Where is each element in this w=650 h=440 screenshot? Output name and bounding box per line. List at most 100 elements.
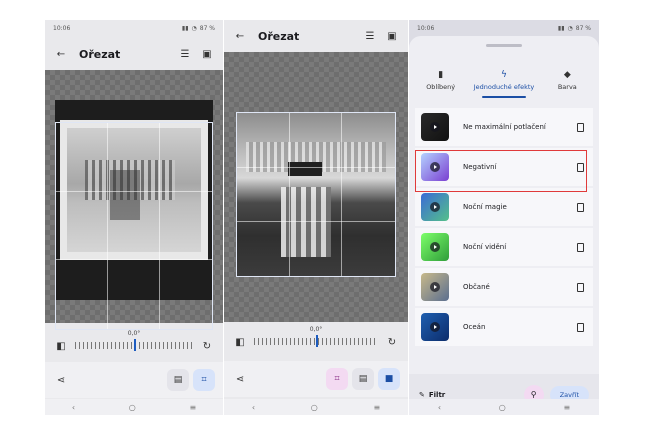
nav-home-icon[interactable]: ○: [129, 403, 136, 412]
crop-frame[interactable]: [236, 112, 396, 277]
save-button[interactable]: ■: [378, 368, 400, 390]
nav-home-icon[interactable]: ○: [311, 403, 318, 412]
magic-wand-icon: ✎: [419, 390, 425, 399]
search-icon: ⚲: [530, 390, 537, 399]
effect-thumbnail: [421, 113, 449, 141]
effect-thumbnail: [421, 233, 449, 261]
highlight-box: [415, 150, 587, 192]
effect-thumbnail: [421, 193, 449, 221]
tab-label: Oblíbený: [426, 82, 456, 91]
crop-icon: ⌗: [334, 374, 340, 384]
sheet-drag-handle[interactable]: [486, 44, 522, 47]
crop-button[interactable]: ⌗: [326, 368, 348, 390]
rotation-value: 0,0°: [127, 330, 141, 337]
bottom-toolbar: ⋖ ▤ ⌗: [45, 362, 223, 398]
effects-list[interactable]: Ne maximální potlačení Negativní Noční mag…: [409, 104, 599, 372]
document-scan-button[interactable]: ▤: [352, 368, 374, 390]
rotation-value: 0,0°: [309, 326, 323, 333]
status-time: 10:06: [417, 24, 435, 32]
slider-center-marker: [134, 339, 136, 351]
effect-item[interactable]: Oceán: [415, 308, 593, 346]
bottom-toolbar: ⋖ ⌗ ▤ ■: [224, 361, 408, 397]
effects-bottom-sheet: ▮ Oblíbený ϟ Jednoduché efekty ◆ Barva N…: [409, 36, 599, 415]
signal-icon: ▮▮: [181, 24, 189, 32]
nav-recents-icon[interactable]: ≡: [189, 403, 196, 412]
effect-label: Noční vidění: [463, 242, 507, 251]
bookmark-icon[interactable]: [575, 242, 585, 252]
bookmark-icon[interactable]: [575, 202, 585, 212]
effect-label: Občané: [463, 282, 490, 291]
effect-item[interactable]: Ne maximální potlačení: [415, 108, 593, 146]
status-battery: 87 %: [199, 24, 215, 32]
effect-item[interactable]: Noční vidění: [415, 228, 593, 266]
crop-frame[interactable]: [55, 122, 213, 330]
nav-recents-icon[interactable]: ≡: [373, 403, 380, 412]
effect-label: Oceán: [463, 322, 486, 331]
rotation-slider[interactable]: 0,0° ◧ ↻: [45, 330, 223, 356]
back-arrow-icon[interactable]: ←: [53, 46, 69, 62]
back-arrow-icon[interactable]: ←: [232, 28, 248, 44]
crop-screen-negative: ← Ořezat ☰ ▣ 0,0° ◧ ↻ ⋖ ⌗ ▤ ■ ‹ ○ ≡: [224, 20, 408, 415]
share-icon[interactable]: ⋖: [232, 371, 248, 387]
effect-thumbnail: [421, 273, 449, 301]
effect-item[interactable]: Noční magie: [415, 188, 593, 226]
top-bar: ← Ořezat ☰ ▣: [45, 40, 223, 68]
crop-canvas[interactable]: [224, 52, 408, 322]
play-icon: [430, 202, 440, 212]
signal-icon: ▮▮: [557, 24, 565, 32]
slider-center-marker: [316, 335, 318, 347]
nav-back-icon[interactable]: ‹: [72, 403, 75, 412]
page-title: Ořezat: [258, 29, 300, 43]
save-icon: ■: [384, 374, 394, 384]
crop-canvas[interactable]: [45, 70, 223, 330]
nav-back-icon[interactable]: ‹: [438, 403, 441, 412]
adjust-sliders-icon[interactable]: ☰: [177, 46, 193, 62]
rotation-slider[interactable]: 0,0° ◧ ↻: [224, 326, 408, 352]
rotate-icon[interactable]: ↻: [199, 338, 215, 354]
document-icon: ▤: [358, 374, 368, 384]
wifi-icon: ◔: [567, 24, 573, 32]
bookmark-icon[interactable]: [575, 122, 585, 132]
effect-thumbnail: [421, 313, 449, 341]
document-scan-button[interactable]: ▤: [167, 369, 189, 391]
share-icon[interactable]: ⋖: [53, 372, 69, 388]
bookmark-icon[interactable]: [575, 322, 585, 332]
bookmark-icon[interactable]: [575, 282, 585, 292]
flip-icon[interactable]: ◧: [232, 334, 248, 350]
nav-recents-icon[interactable]: ≡: [563, 403, 570, 412]
compare-icon[interactable]: ▣: [384, 28, 400, 44]
tab-label: Jednoduché efekty: [473, 82, 535, 91]
page-title: Ořezat: [79, 47, 121, 61]
effect-label: Ne maximální potlačení: [463, 122, 546, 131]
crop-button[interactable]: ⌗: [193, 369, 215, 391]
filter-label: Filtr: [428, 390, 446, 399]
tab-color[interactable]: ◆ Barva: [536, 62, 599, 98]
top-bar: ← Ořezat ☰ ▣: [224, 22, 408, 50]
bolt-icon: ϟ: [501, 69, 507, 80]
tab-favorites[interactable]: ▮ Oblíbený: [409, 62, 472, 98]
status-bar: 10:06 ▮▮ ◔ 87 %: [409, 20, 599, 36]
status-time: 10:06: [53, 24, 71, 32]
play-icon: [430, 242, 440, 252]
tab-simple-effects[interactable]: ϟ Jednoduché efekty: [472, 62, 535, 98]
status-bar: 10:06 ▮▮ ◔ 87 %: [45, 20, 223, 36]
adjust-sliders-icon[interactable]: ☰: [362, 28, 378, 44]
filter-button[interactable]: ✎ Filtr: [419, 391, 524, 399]
nav-home-icon[interactable]: ○: [499, 403, 506, 412]
crop-screen-original: 10:06 ▮▮ ◔ 87 % ← Ořezat ☰ ▣ 0,0° ◧ ↻ ⋖ …: [45, 20, 223, 415]
paint-bucket-icon: ◆: [563, 69, 571, 80]
system-nav-bar: ‹ ○ ≡: [409, 399, 599, 415]
play-icon: [430, 282, 440, 292]
effect-label: Noční magie: [463, 202, 507, 211]
crop-icon: ⌗: [201, 375, 207, 385]
compare-icon[interactable]: ▣: [199, 46, 215, 62]
system-nav-bar: ‹ ○ ≡: [224, 399, 408, 415]
wifi-icon: ◔: [191, 24, 197, 32]
effect-item[interactable]: Občané: [415, 268, 593, 306]
flip-icon[interactable]: ◧: [53, 338, 69, 354]
rotate-icon[interactable]: ↻: [384, 334, 400, 350]
nav-back-icon[interactable]: ‹: [252, 403, 255, 412]
bookmark-icon: ▮: [438, 69, 444, 80]
effects-tabs: ▮ Oblíbený ϟ Jednoduché efekty ◆ Barva: [409, 62, 599, 98]
tab-label: Barva: [557, 82, 577, 91]
